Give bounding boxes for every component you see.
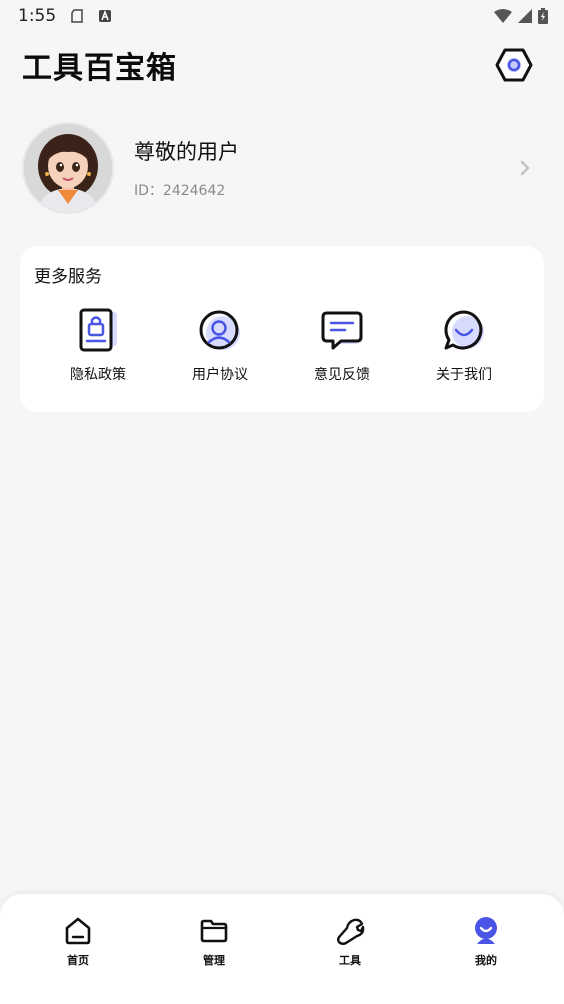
avatar-image (24, 124, 112, 212)
nav-label: 首页 (67, 954, 89, 967)
home-icon (65, 917, 91, 945)
more-services-card: 更多服务 隐私政策 用户协议 意见反馈 关于我们 (20, 246, 544, 412)
user-agreement-icon (199, 310, 240, 350)
nav-label: 工具 (339, 954, 361, 967)
username: 尊敬的用户 (134, 140, 239, 164)
battery-charging-icon (538, 8, 548, 24)
profile-info: 尊敬的用户 ID：2424642 (134, 136, 516, 200)
services-grid: 隐私政策 用户协议 意见反馈 关于我们 (38, 308, 524, 388)
nav-tools[interactable]: 工具 (300, 916, 400, 968)
user-id: ID：2424642 (134, 183, 226, 199)
service-label: 意见反馈 (314, 367, 370, 383)
status-bar: 1:55 (0, 0, 564, 32)
service-feedback[interactable]: 意见反馈 (282, 308, 402, 388)
service-privacy-policy[interactable]: 隐私政策 (38, 308, 158, 388)
service-about-us[interactable]: 关于我们 (404, 308, 524, 388)
service-label: 关于我们 (436, 367, 492, 383)
folder-icon (200, 919, 228, 943)
nav-label: 管理 (203, 954, 225, 967)
nav-manage[interactable]: 管理 (164, 916, 264, 968)
nav-mine[interactable]: 我的 (436, 916, 536, 968)
nav-label: 我的 (475, 954, 497, 967)
signal-icon (518, 9, 532, 23)
settings-hexagon-icon (495, 48, 533, 82)
app-header: 工具百宝箱 (0, 40, 564, 90)
avatar[interactable] (22, 122, 114, 214)
status-left: 1:55 (18, 6, 112, 26)
profile-icon (475, 917, 497, 944)
sd-card-icon (70, 9, 84, 23)
status-time: 1:55 (18, 6, 57, 26)
page-title: 工具百宝箱 (22, 51, 177, 86)
about-chat-icon (444, 310, 484, 350)
profile-row[interactable]: 尊敬的用户 ID：2424642 (22, 120, 542, 216)
screen: 1:55 工具百宝箱 尊敬的用户 ID：2424642 更多服务 隐私政策 用户… (0, 0, 564, 1004)
chevron-right-icon (520, 160, 530, 176)
wrench-icon (337, 918, 365, 945)
service-user-agreement[interactable]: 用户协议 (160, 308, 280, 388)
bottom-nav: 首页 管理 工具 我的 (0, 894, 564, 1004)
nav-home[interactable]: 首页 (28, 916, 128, 968)
service-label: 用户协议 (192, 367, 248, 383)
settings-button[interactable] (494, 45, 534, 85)
feedback-icon (321, 311, 363, 350)
status-right (494, 8, 548, 24)
service-label: 隐私政策 (70, 367, 126, 383)
privacy-lock-icon (79, 308, 117, 352)
services-title: 更多服务 (34, 267, 102, 287)
wifi-icon (494, 9, 512, 23)
a-badge-icon (98, 9, 112, 23)
